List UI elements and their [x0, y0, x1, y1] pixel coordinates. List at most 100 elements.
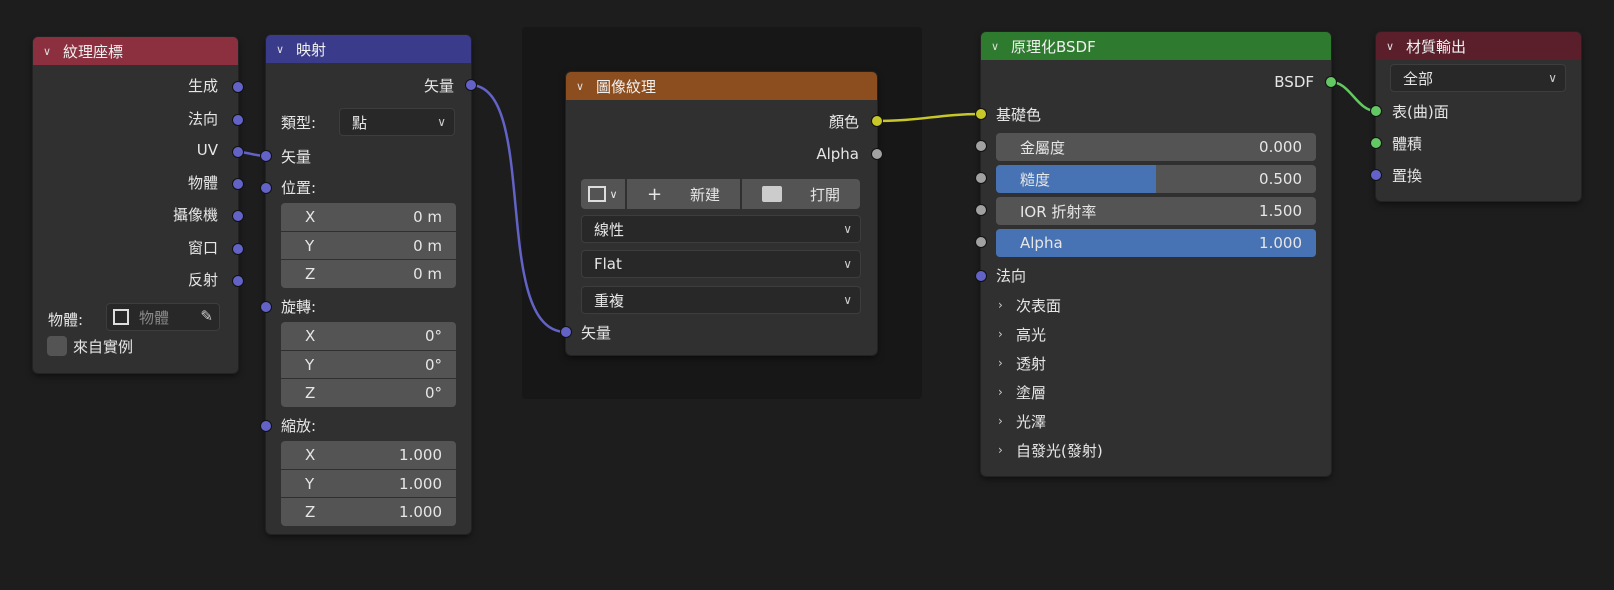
mapping-node[interactable]: ∨ 映射 矢量 類型: 點 ∨ 矢量 位置: X 0 m Y 0 m Z 0 m 旋轉… [266, 35, 471, 534]
target-dropdown[interactable]: 全部 ∨ [1390, 64, 1566, 92]
panel-specular[interactable]: › 高光 [998, 322, 1046, 346]
image-icon [588, 186, 607, 202]
scale-x-field[interactable]: X 1.000 [281, 441, 456, 469]
object-field[interactable]: 物體 ✎ [106, 303, 220, 331]
socket-rotation[interactable] [260, 301, 272, 313]
axis-label: X [305, 327, 316, 345]
image-browse-button[interactable]: ∨ [581, 179, 625, 209]
scale-z-field[interactable]: Z 1.000 [281, 498, 456, 526]
panel-coat[interactable]: › 塗層 [998, 380, 1046, 404]
axis-label: X [305, 208, 316, 226]
type-dropdown[interactable]: 點 ∨ [339, 108, 455, 136]
socket-surface-in[interactable] [1370, 105, 1382, 117]
socket-reflection[interactable] [232, 275, 244, 287]
socket-label: 矢量 [581, 323, 612, 342]
node-header[interactable]: ∨ 材質輸出 [1376, 32, 1581, 60]
link-bsdf-to-surface [1330, 80, 1377, 113]
chevron-down-icon[interactable]: ∨ [43, 45, 59, 58]
socket-label: 顏色 [828, 112, 859, 131]
rotation-y-field[interactable]: Y 0° [281, 351, 456, 378]
material-output-node[interactable]: ∨ 材質輸出 全部 ∨ 表(曲)面 體積 置換 [1376, 32, 1581, 201]
extension-dropdown[interactable]: 重複 ∨ [581, 286, 861, 314]
socket-object[interactable] [232, 178, 244, 190]
field-label: 糙度 [1020, 170, 1051, 189]
texture-coordinate-node[interactable]: ∨ 紋理座標 生成 法向 UV 物體 攝像機 窗口 反射 物體: 物體 ✎ 來自… [33, 37, 238, 373]
roughness-field[interactable]: 糙度 0.500 [996, 165, 1316, 193]
socket-scale[interactable] [260, 420, 272, 432]
metallic-field[interactable]: 金屬度 0.000 [996, 133, 1316, 161]
node-header[interactable]: ∨ 原理化BSDF [981, 32, 1331, 60]
eyedropper-icon[interactable]: ✎ [200, 307, 213, 325]
panel-emission[interactable]: › 自發光(發射) [998, 438, 1103, 462]
chevron-down-icon[interactable]: ∨ [1386, 40, 1402, 53]
location-y-field[interactable]: Y 0 m [281, 232, 456, 259]
socket-normal[interactable] [232, 114, 244, 126]
rotation-z-field[interactable]: Z 0° [281, 379, 456, 407]
socket-mapping-in-vector[interactable] [260, 150, 272, 162]
panel-label: 高光 [1016, 325, 1047, 344]
node-header[interactable]: ∨ 圖像紋理 [566, 72, 877, 100]
alpha-field[interactable]: Alpha 1.000 [996, 229, 1316, 257]
ior-field[interactable]: IOR 折射率 1.500 [996, 197, 1316, 225]
socket-metallic-in[interactable] [975, 140, 987, 152]
chevron-down-icon[interactable]: ∨ [276, 43, 292, 56]
folder-icon [761, 186, 782, 202]
socket-camera[interactable] [232, 210, 244, 222]
field-value: 0.500 [1259, 170, 1302, 188]
socket-label: 矢量 [423, 76, 454, 95]
location-x-field[interactable]: X 0 m [281, 203, 456, 231]
location-z-field[interactable]: Z 0 m [281, 260, 456, 288]
axis-label: X [305, 446, 316, 464]
socket-mapping-out-vector[interactable] [465, 79, 477, 91]
socket-displacement-in[interactable] [1370, 169, 1382, 181]
socket-uv[interactable] [232, 146, 244, 158]
principled-bsdf-node[interactable]: ∨ 原理化BSDF BSDF 基礎色 金屬度 0.000 糙度 0.500 IO… [981, 32, 1331, 476]
socket-normal-in[interactable] [975, 270, 987, 282]
interpolation-dropdown[interactable]: 線性 ∨ [581, 215, 861, 243]
chevron-down-icon[interactable]: ∨ [576, 80, 592, 93]
open-image-button[interactable]: 打開 [742, 179, 860, 209]
socket-alpha-out[interactable] [871, 148, 883, 160]
socket-location[interactable] [260, 182, 272, 194]
button-label: 新建 [690, 185, 721, 204]
socket-image-in-vector[interactable] [560, 326, 572, 338]
socket-base-color-in[interactable] [975, 108, 987, 120]
field-value: 0° [424, 327, 442, 345]
socket-bsdf-out[interactable] [1325, 76, 1337, 88]
rotation-x-field[interactable]: X 0° [281, 322, 456, 350]
output-normal: 法向 [33, 106, 218, 130]
socket-volume-in[interactable] [1370, 137, 1382, 149]
projection-dropdown[interactable]: Flat ∨ [581, 250, 861, 278]
image-texture-node[interactable]: ∨ 圖像紋理 顏色 Alpha ∨ + 新建 打開 線性 ∨ Flat ∨ 重複… [566, 72, 877, 355]
scale-y-field[interactable]: Y 1.000 [281, 470, 456, 497]
field-value: 0° [424, 384, 442, 402]
socket-window[interactable] [232, 243, 244, 255]
node-header[interactable]: ∨ 映射 [266, 35, 471, 63]
chevron-down-icon[interactable]: ∨ [991, 40, 1007, 53]
field-value: 1.500 [1259, 202, 1302, 220]
output-object: 物體 [33, 170, 218, 194]
chevron-down-icon: ∨ [437, 115, 446, 129]
socket-color-out[interactable] [871, 115, 883, 127]
socket-label: 置換 [1392, 166, 1423, 185]
socket-label: 窗口 [187, 238, 218, 257]
field-value: 0 m [413, 208, 442, 226]
panel-transmission[interactable]: › 透射 [998, 351, 1046, 375]
socket-roughness-in[interactable] [975, 172, 987, 184]
field-label: Alpha [1020, 234, 1063, 252]
node-header[interactable]: ∨ 紋理座標 [33, 37, 238, 65]
panel-subsurface[interactable]: › 次表面 [998, 293, 1061, 317]
panel-sheen[interactable]: › 光澤 [998, 409, 1046, 433]
object-cube-icon [113, 309, 129, 325]
checkbox-label: 來自實例 [73, 337, 134, 356]
from-instancer-checkbox[interactable]: 來自實例 [47, 334, 133, 358]
field-value: 0 m [413, 265, 442, 283]
socket-ior-in[interactable] [975, 204, 987, 216]
checkbox[interactable] [47, 336, 67, 356]
socket-label: 法向 [187, 109, 218, 128]
new-image-button[interactable]: + 新建 [627, 179, 740, 209]
node-editor[interactable]: ∨ 紋理座標 生成 法向 UV 物體 攝像機 窗口 反射 物體: 物體 ✎ 來自… [0, 0, 1614, 590]
socket-alpha-in[interactable] [975, 236, 987, 248]
node-title: 原理化BSDF [1011, 37, 1096, 56]
socket-generated[interactable] [232, 81, 244, 93]
